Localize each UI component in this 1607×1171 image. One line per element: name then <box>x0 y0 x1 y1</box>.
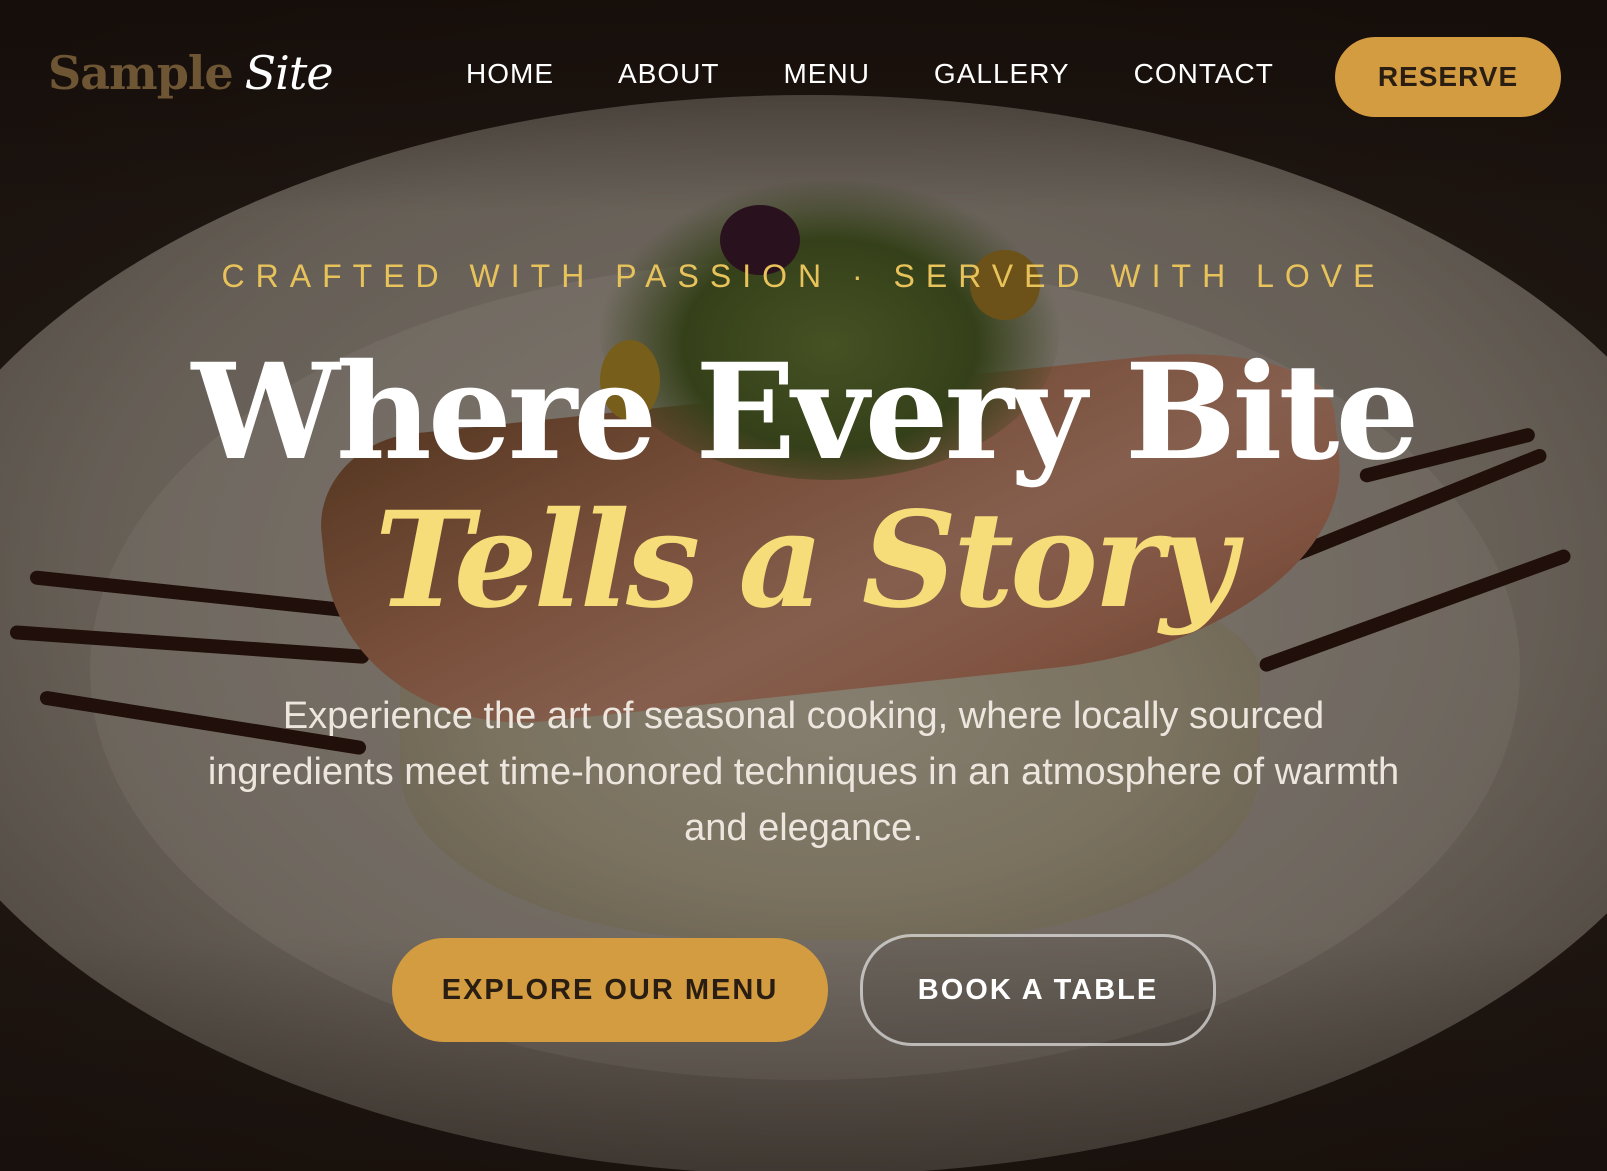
nav-link-menu[interactable]: MENU <box>783 58 869 90</box>
logo-text-sample: Sample <box>48 46 234 100</box>
hero-headline-line2: Tells a Story <box>374 483 1237 638</box>
nav-link-gallery[interactable]: GALLERY <box>934 58 1070 90</box>
hero-tagline: CRAFTED WITH PASSION · SERVED WITH LOVE <box>221 258 1386 294</box>
nav-links: HOME ABOUT MENU GALLERY CONTACT <box>466 58 1338 90</box>
logo-text-site: Site <box>244 46 334 100</box>
hero-description: Experience the art of seasonal cooking, … <box>207 695 1400 849</box>
top-navigation: Sample Site HOME ABOUT MENU GALLERY CONTA… <box>0 0 1607 154</box>
explore-menu-button[interactable]: EXPLORE OUR MENU <box>392 938 828 1042</box>
book-table-button[interactable]: BOOK A TABLE <box>860 934 1216 1046</box>
nav-link-contact[interactable]: CONTACT <box>1134 58 1274 90</box>
reserve-button[interactable]: RESERVE <box>1335 37 1561 117</box>
site-logo[interactable]: Sample Site <box>48 46 334 100</box>
hero-headline-line1: Where Every Bite <box>191 335 1420 490</box>
nav-link-about[interactable]: ABOUT <box>618 58 719 90</box>
nav-link-home[interactable]: HOME <box>466 58 554 90</box>
